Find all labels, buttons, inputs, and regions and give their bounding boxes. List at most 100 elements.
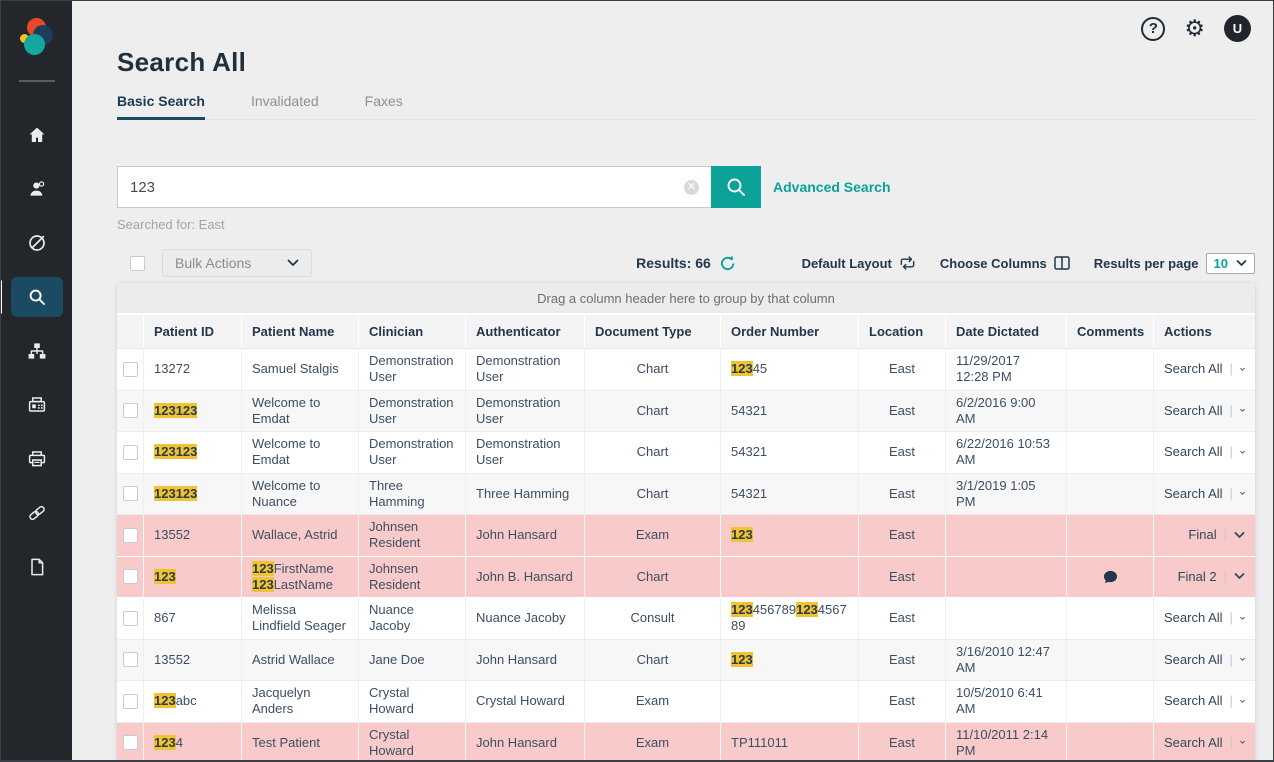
- row-action-link[interactable]: Search All: [1164, 693, 1223, 709]
- choose-columns-button[interactable]: Choose Columns: [940, 256, 1070, 271]
- row-checkbox[interactable]: [123, 362, 138, 377]
- document-type-cell: Chart: [585, 349, 721, 390]
- authenticator-cell: Nuance Jacoby: [466, 598, 585, 639]
- row-checkbox[interactable]: [123, 735, 138, 750]
- advanced-search-link[interactable]: Advanced Search: [773, 179, 891, 195]
- column-header[interactable]: Authenticator: [466, 315, 585, 348]
- app-window: ? ⚙ U Search All Basic Search Invalidate…: [0, 0, 1274, 762]
- sidebar-item-search[interactable]: [11, 277, 63, 317]
- results-count: 66: [695, 255, 711, 271]
- column-header[interactable]: Order Number: [721, 315, 859, 348]
- bulk-actions-select[interactable]: Bulk Actions: [162, 249, 312, 277]
- group-by-drop-zone[interactable]: Drag a column header here to group by th…: [117, 283, 1255, 313]
- patient-id-cell: 123: [144, 557, 242, 598]
- row-action-link[interactable]: Search All: [1164, 403, 1223, 419]
- row-action-link[interactable]: Search All: [1164, 361, 1223, 377]
- avatar[interactable]: U: [1224, 15, 1251, 42]
- row-checkbox[interactable]: [123, 486, 138, 501]
- results-count-block: Results: 66: [636, 255, 736, 272]
- chevron-down-icon[interactable]: [1234, 573, 1245, 580]
- tab-basic-search[interactable]: Basic Search: [117, 93, 205, 119]
- column-header[interactable]: Clinician: [359, 315, 466, 348]
- refresh-button[interactable]: [719, 255, 736, 272]
- search-row: ✕ Advanced Search: [117, 166, 1255, 208]
- comment-icon[interactable]: [1103, 570, 1118, 584]
- column-header[interactable]: Patient Name: [242, 315, 359, 348]
- chevron-down-icon[interactable]: [1240, 407, 1245, 414]
- main-content: ? ⚙ U Search All Basic Search Invalidate…: [72, 1, 1273, 760]
- chevron-down-icon[interactable]: [1240, 366, 1245, 373]
- sidebar-item-sitemap[interactable]: [11, 331, 63, 371]
- comments-cell: [1067, 515, 1154, 556]
- action-divider: |: [1230, 486, 1233, 502]
- authenticator-cell: Crystal Howard: [466, 681, 585, 722]
- chevron-down-icon[interactable]: [1240, 739, 1245, 746]
- table-row: 13552Astrid WallaceJane DoeJohn HansardC…: [117, 640, 1255, 682]
- chevron-down-icon[interactable]: [1240, 656, 1245, 663]
- location-cell: East: [859, 391, 946, 432]
- search-input[interactable]: [130, 179, 684, 196]
- row-action-link[interactable]: Search All: [1164, 486, 1223, 502]
- authenticator-cell: John Hansard: [466, 640, 585, 681]
- app-logo[interactable]: [20, 18, 54, 58]
- chevron-down-icon[interactable]: [1240, 615, 1245, 622]
- chevron-down-icon[interactable]: [1240, 490, 1245, 497]
- patient-name-cell: Test Patient: [242, 723, 359, 762]
- row-checkbox[interactable]: [123, 694, 138, 709]
- search-button[interactable]: [711, 166, 761, 208]
- chevron-down-icon[interactable]: [1240, 698, 1245, 705]
- column-header[interactable]: Comments: [1067, 315, 1154, 348]
- chevron-down-icon[interactable]: [1234, 532, 1245, 539]
- tab-faxes[interactable]: Faxes: [365, 93, 403, 119]
- printer-icon: [27, 449, 47, 469]
- row-action-link[interactable]: Search All: [1164, 444, 1223, 460]
- row-action-link[interactable]: Search All: [1164, 652, 1223, 668]
- sidebar-item-users[interactable]: [11, 169, 63, 209]
- row-checkbox[interactable]: [123, 445, 138, 460]
- column-header[interactable]: Actions: [1154, 315, 1255, 348]
- row-checkbox[interactable]: [123, 652, 138, 667]
- document-icon: [27, 557, 47, 577]
- sidebar-item-links[interactable]: [11, 493, 63, 533]
- column-header[interactable]: Patient ID: [144, 315, 242, 348]
- column-header[interactable]: Location: [859, 315, 946, 348]
- tab-invalidated[interactable]: Invalidated: [251, 93, 319, 119]
- patient-id-cell: 123123: [144, 391, 242, 432]
- order-number-cell: 123: [721, 640, 859, 681]
- help-icon[interactable]: ?: [1141, 17, 1165, 41]
- row-action-link[interactable]: Final 2: [1178, 569, 1217, 585]
- column-header[interactable]: Date Dictated: [946, 315, 1067, 348]
- date-dictated-cell: 10/5/2010 6:41 AM: [946, 681, 1067, 722]
- fax-icon: [27, 395, 47, 415]
- row-action-link[interactable]: Search All: [1164, 735, 1223, 751]
- patient-name-cell: Welcome to Emdat: [242, 432, 359, 473]
- action-divider: |: [1230, 610, 1233, 626]
- sidebar-item-print[interactable]: [11, 439, 63, 479]
- comments-cell: [1067, 349, 1154, 390]
- chevron-down-icon[interactable]: [1240, 449, 1245, 456]
- sidebar-item-home[interactable]: [11, 115, 63, 155]
- per-page-value: 10: [1214, 256, 1228, 271]
- order-number-cell: [721, 557, 859, 598]
- sidebar-item-documents[interactable]: [11, 547, 63, 587]
- clear-search-icon[interactable]: ✕: [684, 180, 699, 195]
- sidebar-item-fax[interactable]: [11, 385, 63, 425]
- row-checkbox[interactable]: [123, 611, 138, 626]
- results-per-page-select[interactable]: 10: [1206, 253, 1255, 274]
- row-checkbox[interactable]: [123, 528, 138, 543]
- column-header[interactable]: Document Type: [585, 315, 721, 348]
- sidebar-item-compose[interactable]: [11, 223, 63, 263]
- row-checkbox[interactable]: [123, 403, 138, 418]
- row-action-link[interactable]: Search All: [1164, 610, 1223, 626]
- select-all-checkbox[interactable]: [130, 256, 145, 271]
- row-checkbox-cell: [117, 515, 144, 556]
- row-checkbox[interactable]: [123, 569, 138, 584]
- location-cell: East: [859, 681, 946, 722]
- date-dictated-cell: 11/10/2011 2:14 PM: [946, 723, 1067, 762]
- document-type-cell: Chart: [585, 432, 721, 473]
- table-row: 13552Wallace, AstridJohnsen ResidentJohn…: [117, 515, 1255, 557]
- location-cell: East: [859, 723, 946, 762]
- gear-icon[interactable]: ⚙: [1184, 17, 1205, 40]
- row-action-link[interactable]: Final: [1188, 527, 1216, 543]
- default-layout-button[interactable]: Default Layout: [802, 255, 916, 271]
